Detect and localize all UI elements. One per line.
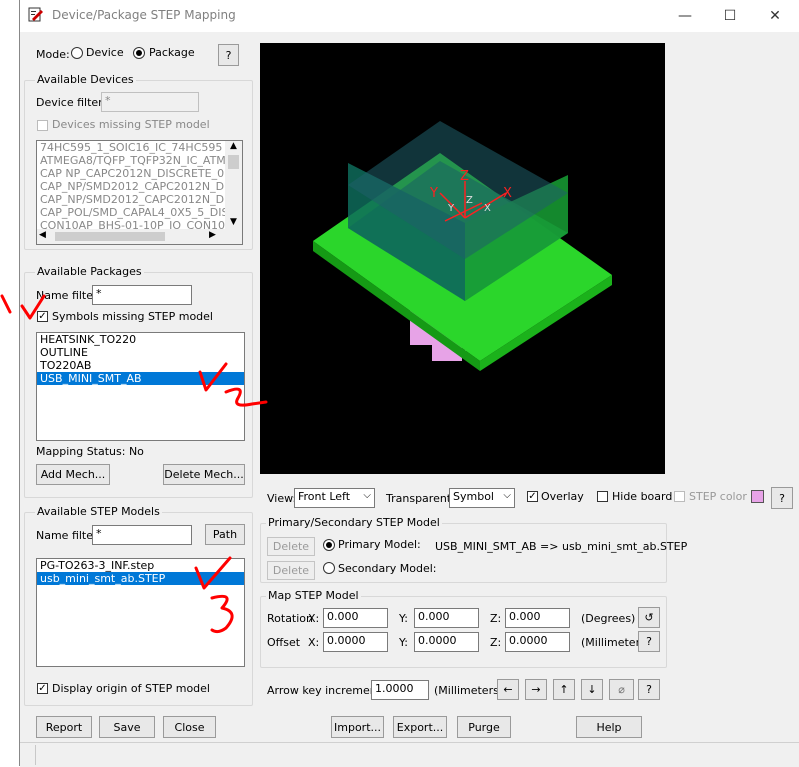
annotation-mark-1 [0,294,12,314]
annotation-check-1 [20,294,46,320]
annotation-check-2 [198,362,228,392]
annotation-mark-3 [210,594,234,634]
annotation-mark-2 [224,387,268,407]
annotation-overlay: 1 2 3 [0,294,268,634]
annotation-check-3 [194,556,232,590]
